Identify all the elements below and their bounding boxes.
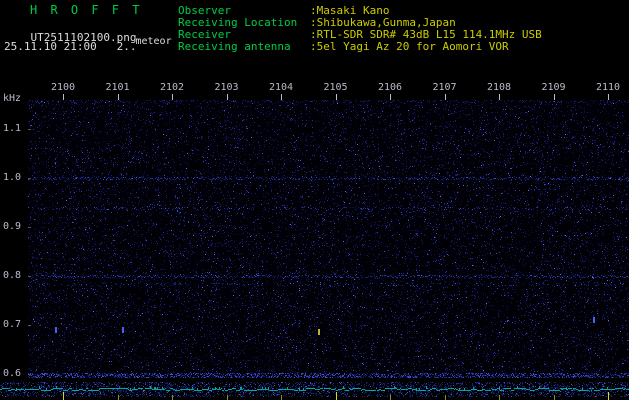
time-tick-label: 2103 [214,82,239,93]
time-tick-label: 2110 [595,82,621,93]
time-tick-label: 2107 [432,82,457,93]
time-tick-label: 2108 [486,82,512,93]
hrofft-screen: H R O F F T UT2511102100.pngmeteor 25.11… [0,0,629,400]
signal-level-canvas [0,380,629,400]
freq-tick-label: 0.8 [3,270,22,282]
time-tick-label: 2104 [268,82,294,93]
info-label: Receiving antenna [178,40,291,53]
spectrogram-canvas [28,100,629,378]
app-title: H R O F F T [30,3,143,17]
freq-tick-label: 1.1 [3,123,22,135]
time-tick-label: 2109 [541,82,566,93]
freq-tick-label: 0.7 [3,319,22,331]
observation-datetime: 25.11.10 21:00 2.. [4,40,137,53]
time-tick-label: 2105 [323,82,348,93]
mode-label: meteor [135,36,172,47]
time-tick-label: 2106 [377,82,403,93]
time-tick-label: 2100 [50,82,76,93]
frequency-unit-label: kHz [3,93,22,104]
freq-tick-label: 0.6 [3,368,22,380]
time-tick-label: 2102 [159,82,185,93]
freq-tick-label: 1.0 [3,172,22,184]
freq-tick-label: 0.9 [3,221,22,233]
observation-info-table: Observer:Masaki Kano Receiving Location:… [178,5,542,53]
info-row-antenna: Receiving antenna :5el Yagi Az 20 for Aom… [178,41,542,53]
time-tick-label: 2101 [105,82,130,93]
info-value: :5el Yagi Az 20 for Aomori VOR [310,40,509,53]
